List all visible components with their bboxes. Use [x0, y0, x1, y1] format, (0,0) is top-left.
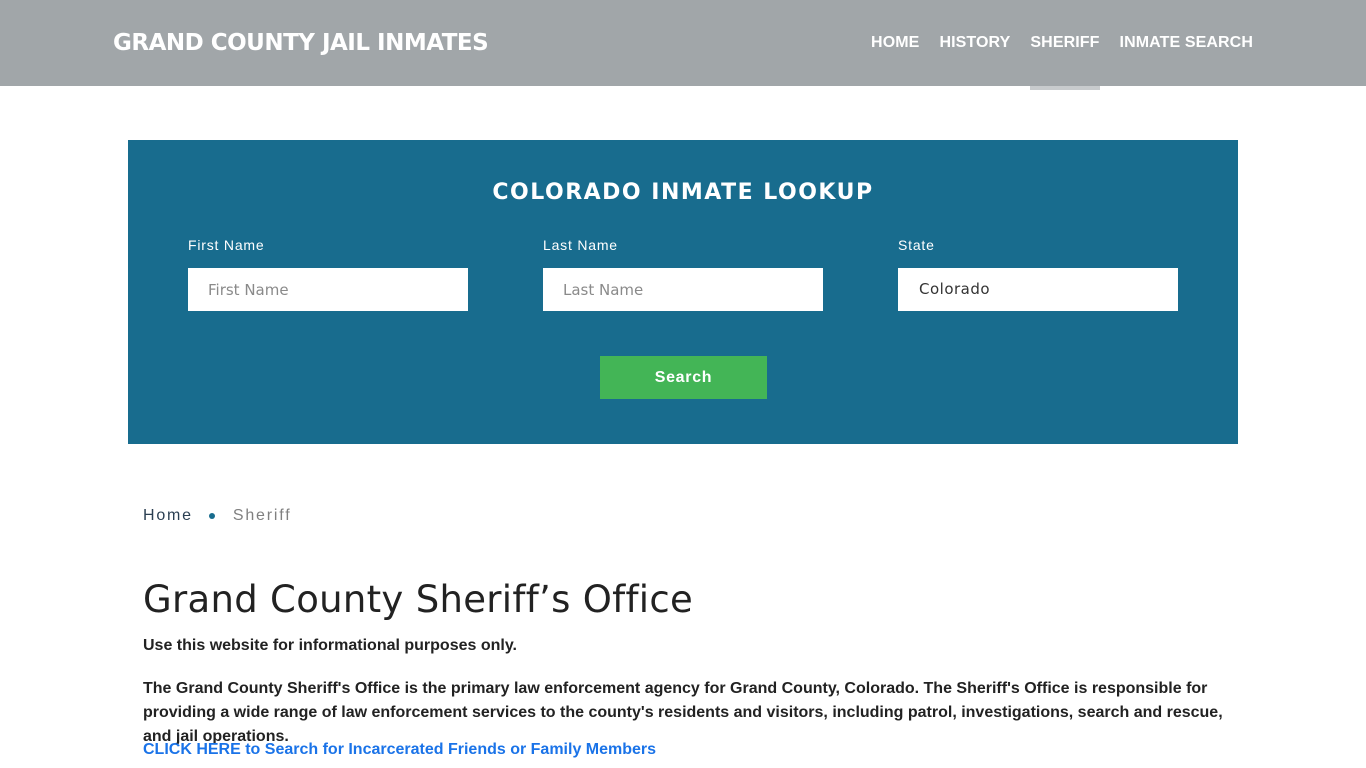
nav-history[interactable]: HISTORY	[939, 0, 1010, 86]
main-nav: HOME HISTORY SHERIFF INMATE SEARCH	[851, 0, 1253, 90]
state-label: State	[898, 237, 935, 253]
first-name-label: First Name	[188, 237, 265, 253]
disclaimer-text: Use this website for informational purpo…	[143, 637, 517, 654]
nav-sheriff[interactable]: SHERIFF	[1030, 0, 1100, 90]
lookup-title: COLORADO INMATE LOOKUP	[492, 180, 874, 205]
breadcrumb-home[interactable]: Home	[143, 507, 193, 525]
search-inmates-link[interactable]: CLICK HERE to Search for Incarcerated Fr…	[143, 741, 656, 759]
first-name-input[interactable]	[188, 268, 468, 311]
breadcrumb-current: Sheriff	[232, 507, 292, 524]
description-text: The Grand County Sheriff's Office is the…	[143, 680, 1223, 745]
site-header: GRAND COUNTY JAIL INMATES HOME HISTORY S…	[0, 0, 1366, 90]
breadcrumb-separator-icon	[208, 513, 215, 519]
search-button[interactable]: Search	[600, 356, 767, 399]
nav-inmate-search[interactable]: INMATE SEARCH	[1120, 0, 1253, 86]
nav-home[interactable]: HOME	[871, 0, 919, 86]
site-logo-link[interactable]: GRAND COUNTY JAIL INMATES	[113, 30, 489, 56]
last-name-input[interactable]	[543, 268, 823, 311]
page-title: Grand County Sheriff’s Office	[143, 578, 694, 621]
state-select[interactable]: Colorado	[898, 268, 1178, 311]
breadcrumb: Home Sheriff	[143, 507, 291, 525]
last-name-label: Last Name	[543, 237, 618, 253]
